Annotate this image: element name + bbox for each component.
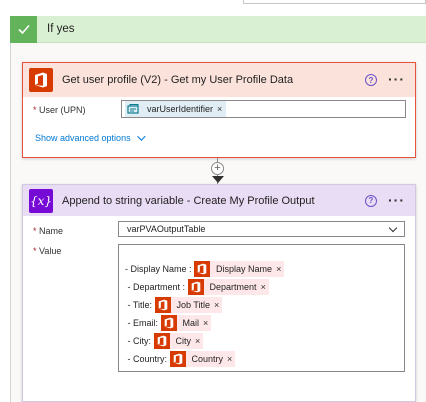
user-upn-label: * User (UPN) [33,105,86,115]
list-item: - Email: Mail × [125,315,212,331]
display-name-token[interactable]: Display Name × [194,261,285,277]
card-header[interactable]: Get user profile (V2) - Get my User Prof… [23,63,415,97]
add-step-icon[interactable]: + [211,162,224,175]
user-upn-input[interactable]: varUserIdentifier × [121,100,406,118]
department-token[interactable]: Department × [187,279,269,295]
checkmark-icon [10,15,37,43]
help-icon[interactable]: ? [365,74,377,86]
show-advanced-options-link[interactable]: Show advanced options [35,132,146,143]
country-token[interactable]: Country × [169,351,236,367]
card-header[interactable]: {x} Append to string variable - Create M… [23,185,415,216]
card-title: Append to string variable - Create My Pr… [62,194,315,207]
arrow-down-icon [212,176,224,183]
chevron-down-icon [388,223,398,233]
list-item: - Title: Job Title × [125,297,223,313]
variable-icon: {x} [29,188,53,213]
office365-icon [160,315,177,331]
office365-icon [153,333,170,349]
office365-icon [169,351,186,367]
list-item: - City: City × [125,333,204,349]
list-item: - Department : Department × [125,279,269,295]
previous-field [243,0,426,4]
remove-token-icon[interactable]: × [217,104,222,114]
remove-token-icon[interactable]: × [276,264,281,274]
list-item: - Display Name : Display Name × [125,261,285,277]
name-label: * Name [33,226,64,236]
help-icon[interactable]: ? [365,194,377,207]
list-item: - Country: Country × [125,351,236,367]
remove-token-icon[interactable]: × [214,300,219,310]
remove-token-icon[interactable]: × [195,336,200,346]
job-title-token[interactable]: Job Title × [154,297,223,313]
value-label: * Value [33,246,62,256]
variable-token-icon [125,101,141,117]
chevron-down-icon [136,132,146,141]
mail-token[interactable]: Mail × [160,315,212,331]
variable-name-select[interactable]: varPVAOutputTable [118,221,405,237]
office365-icon [154,297,171,313]
variable-token[interactable]: varUserIdentifier × [125,101,227,117]
remove-token-icon[interactable]: × [227,354,232,364]
get-user-profile-card: Get user profile (V2) - Get my User Prof… [22,62,416,158]
if-yes-label: If yes [47,23,75,35]
if-yes-header[interactable]: If yes [10,15,426,43]
office365-icon [194,261,211,277]
office365-icon [187,279,204,295]
remove-token-icon[interactable]: × [261,282,266,292]
office365-icon [29,68,53,92]
more-options-icon[interactable]: ··· [388,71,405,87]
more-options-icon[interactable]: ··· [388,192,405,208]
remove-token-icon[interactable]: × [203,318,208,328]
value-input[interactable]: - Display Name : Display Name × - Depart… [118,244,405,372]
card-title: Get user profile (V2) - Get my User Prof… [62,74,294,86]
city-token[interactable]: City × [153,333,204,349]
